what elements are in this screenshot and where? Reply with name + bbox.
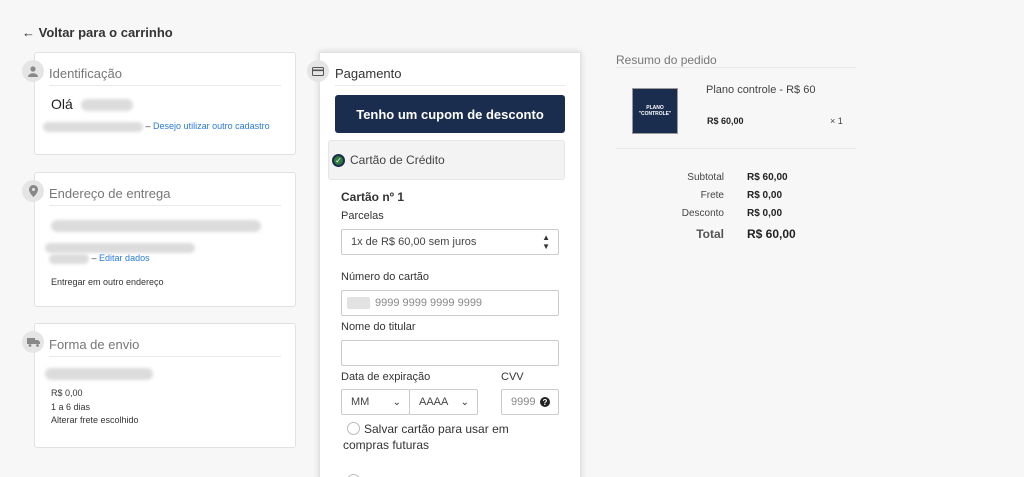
greeting: Olá xyxy=(51,96,133,112)
discount-value: R$ 0,00 xyxy=(747,208,783,219)
address-card: Endereço de entrega – Editar dados Entre… xyxy=(34,172,296,307)
shipping-value: R$ 0,00 xyxy=(747,190,783,201)
cvv-input[interactable]: 9999 ? xyxy=(501,389,559,415)
discount-row: Desconto R$ 0,00 xyxy=(640,208,840,219)
shipping-title: Forma de envio xyxy=(49,337,281,357)
location-pin-icon xyxy=(22,180,44,202)
shipping-label: Frete xyxy=(700,190,724,201)
select-arrows-icon: ▲ ▼ xyxy=(542,233,550,251)
expiry-label: Data de expiração xyxy=(341,371,431,383)
redacted-shipping-name xyxy=(45,365,153,383)
payment-card: Pagamento Tenho um cupom de desconto ✓ C… xyxy=(319,52,581,477)
greeting-text: Olá xyxy=(51,96,73,112)
card-number-placeholder: 9999 9999 9999 9999 xyxy=(375,297,483,309)
credit-card-option[interactable]: ✓ Cartão de Crédito xyxy=(328,140,565,180)
coupon-button[interactable]: Tenho um cupom de desconto xyxy=(335,95,565,133)
subtotal-row: Subtotal R$ 60,00 xyxy=(640,172,840,183)
holder-label: Nome do titular xyxy=(341,321,416,333)
cvv-placeholder: 9999 xyxy=(511,396,536,408)
identification-title: Identificação xyxy=(49,66,281,86)
cvv-label: CVV xyxy=(501,371,524,383)
year-value: AAAA xyxy=(419,396,449,408)
separator: – xyxy=(145,121,151,131)
thumb-text: "CONTROLE" xyxy=(638,111,672,117)
shipping-days: 1 a 6 dias xyxy=(51,402,91,412)
card-number-label: Número do cartão xyxy=(341,271,430,283)
product-thumbnail: PLANO "CONTROLE" xyxy=(632,88,678,134)
subtotal-value: R$ 60,00 xyxy=(747,172,788,183)
product-name: Plano controle - R$ 60 xyxy=(706,84,816,96)
holder-input[interactable] xyxy=(341,340,559,366)
redacted-name xyxy=(80,99,133,112)
shipping-card: Forma de envio R$ 0,00 1 a 6 dias Altera… xyxy=(34,323,296,448)
product-quantity: × 1 xyxy=(830,116,843,126)
product-price: R$ 60,00 xyxy=(707,116,744,126)
divider xyxy=(616,67,856,68)
redacted-email xyxy=(43,121,143,132)
shipping-price: R$ 0,00 xyxy=(51,388,83,398)
month-select[interactable]: MM ⌄ xyxy=(341,389,410,415)
subtotal-label: Subtotal xyxy=(687,172,724,183)
edit-address-link[interactable]: Editar dados xyxy=(99,253,150,263)
total-label: Total xyxy=(696,227,724,241)
month-value: MM xyxy=(351,396,370,408)
other-address-link[interactable]: Entregar em outro endereço xyxy=(51,277,164,287)
shipping-row: Frete R$ 0,00 xyxy=(640,190,840,201)
payment-title: Pagamento xyxy=(335,66,566,86)
card-brand-icon xyxy=(347,297,370,309)
chevron-down-icon: ⌄ xyxy=(392,396,401,408)
back-to-cart-link[interactable]: ← Voltar para o carrinho xyxy=(22,25,173,40)
truck-icon xyxy=(22,331,44,353)
account-line: – Desejo utilizar outro cadastro xyxy=(43,121,270,132)
user-icon xyxy=(22,60,44,82)
redacted-zip xyxy=(49,253,89,264)
save-card-label: Salvar cartão para usar em compras futur… xyxy=(343,422,509,452)
installments-value: 1x de R$ 60,00 sem juros xyxy=(351,236,477,248)
summary-title: Resumo do pedido xyxy=(616,53,717,67)
card-number-input[interactable]: 9999 9999 9999 9999 xyxy=(341,290,559,316)
question-icon[interactable]: ? xyxy=(540,397,550,407)
divider xyxy=(616,148,856,149)
address-title: Endereço de entrega xyxy=(49,186,281,206)
identification-card: Identificação Olá – Desejo utilizar outr… xyxy=(34,52,296,155)
total-value: R$ 60,00 xyxy=(747,227,796,241)
discount-label: Desconto xyxy=(681,208,724,219)
selected-radio-icon[interactable]: ✓ xyxy=(332,153,345,167)
credit-card-label: Cartão de Crédito xyxy=(350,153,445,167)
change-shipping-link[interactable]: Alterar frete escolhido xyxy=(51,415,139,425)
separator: – xyxy=(91,253,97,263)
total-row: Total R$ 60,00 xyxy=(640,227,840,241)
chevron-down-icon: ⌄ xyxy=(460,396,469,408)
redacted-address-line1 xyxy=(51,217,261,235)
card-heading: Cartão nº 1 xyxy=(341,190,405,204)
credit-card-icon xyxy=(307,60,329,82)
edit-line: – Editar dados xyxy=(49,253,150,264)
other-account-link[interactable]: Desejo utilizar outro cadastro xyxy=(153,121,270,131)
installments-label: Parcelas xyxy=(341,210,384,222)
year-select[interactable]: AAAA ⌄ xyxy=(409,389,478,415)
installments-select[interactable]: 1x de R$ 60,00 sem juros ▲ ▼ xyxy=(341,229,559,255)
